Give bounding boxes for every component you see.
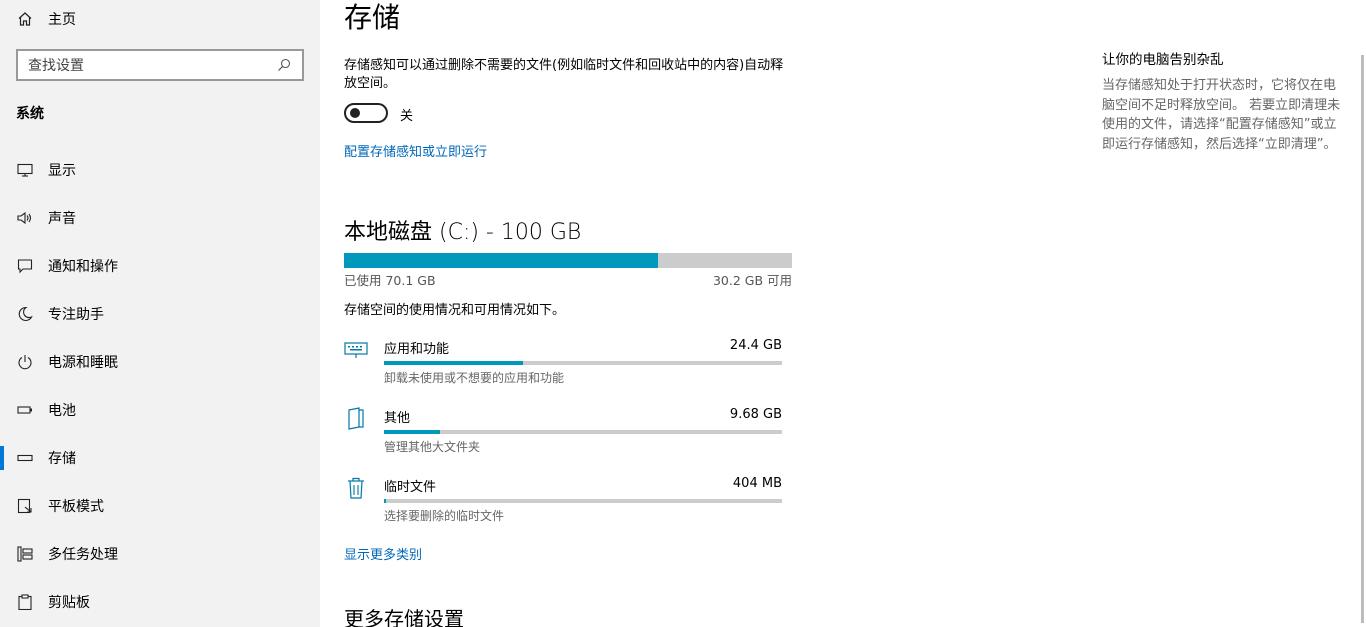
home-nav-item[interactable]: 主页 bbox=[16, 9, 76, 29]
sidebar-item-power[interactable]: 电源和睡眠 bbox=[0, 342, 320, 382]
disk-usage-fill bbox=[344, 253, 658, 268]
sidebar-item-label: 平板模式 bbox=[48, 499, 104, 515]
disk-title: 本地磁盘 (C:) - 100 GB bbox=[344, 220, 582, 245]
section-title: 系统 bbox=[16, 106, 44, 122]
category-size: 404 MB bbox=[732, 476, 782, 491]
aside-text: 当存储感知处于打开状态时，它将仅在电脑空间不足时释放空间。 若要立即清理未使用的… bbox=[1102, 78, 1341, 152]
toggle-state-label: 关 bbox=[400, 109, 414, 124]
sidebar-item-label: 显示 bbox=[48, 163, 76, 179]
category-temp-files[interactable]: 临时文件 404 MB 选择要删除的临时文件 bbox=[344, 476, 784, 536]
category-size: 9.68 GB bbox=[729, 407, 782, 422]
category-subtitle: 卸载未使用或不想要的应用和功能 bbox=[384, 371, 565, 385]
configure-storage-sense-link[interactable]: 配置存储感知或立即运行 bbox=[344, 141, 487, 160]
sidebar-item-sound[interactable]: 声音 bbox=[0, 198, 320, 238]
home-label: 主页 bbox=[48, 12, 76, 28]
category-subtitle: 管理其他大文件夹 bbox=[384, 440, 481, 454]
battery-icon bbox=[16, 401, 34, 419]
aside-title: 让你的电脑告别杂乱 bbox=[1102, 52, 1224, 68]
monitor-icon bbox=[16, 161, 34, 179]
sidebar-item-label: 专注助手 bbox=[48, 307, 104, 323]
tablet-icon bbox=[16, 497, 34, 515]
category-name: 其他 bbox=[384, 411, 411, 426]
sidebar-item-notifications[interactable]: 通知和操作 bbox=[0, 246, 320, 286]
category-bar bbox=[384, 430, 782, 434]
search-placeholder: 查找设置 bbox=[28, 58, 84, 74]
document-icon bbox=[344, 407, 368, 431]
multitask-icon bbox=[16, 545, 34, 563]
sidebar-item-clipboard[interactable]: 剪贴板 bbox=[0, 582, 320, 622]
sidebar-item-label: 多任务处理 bbox=[48, 547, 118, 563]
category-subtitle: 选择要删除的临时文件 bbox=[384, 509, 505, 523]
category-bar-fill bbox=[384, 430, 440, 434]
sidebar-item-label: 存储 bbox=[48, 451, 76, 467]
sidebar: 主页 查找设置 系统 显示 声音 通知和操作 专注助手 电源和睡眠 电池 存储 … bbox=[0, 0, 320, 627]
search-icon[interactable] bbox=[276, 57, 292, 73]
category-bar-fill bbox=[384, 361, 524, 365]
scrollbar[interactable] bbox=[1361, 55, 1364, 623]
sidebar-item-tablet-mode[interactable]: 平板模式 bbox=[0, 486, 320, 526]
moon-icon bbox=[16, 305, 34, 323]
disk-free-label: 30.2 GB 可用 bbox=[712, 273, 792, 288]
home-icon bbox=[16, 10, 34, 28]
sidebar-item-label: 电源和睡眠 bbox=[48, 355, 118, 371]
sidebar-item-label: 通知和操作 bbox=[48, 259, 118, 275]
storage-sense-toggle[interactable] bbox=[344, 103, 388, 123]
category-bar bbox=[384, 499, 782, 503]
usage-description: 存储空间的使用情况和可用情况如下。 bbox=[344, 303, 566, 318]
power-icon bbox=[16, 353, 34, 371]
notification-icon bbox=[16, 257, 34, 275]
category-apps-features[interactable]: 应用和功能 24.4 GB 卸载未使用或不想要的应用和功能 bbox=[344, 338, 784, 398]
disk-usage-bar bbox=[344, 253, 792, 268]
category-name: 临时文件 bbox=[384, 480, 437, 495]
toggle-knob bbox=[350, 108, 360, 118]
sidebar-item-label: 声音 bbox=[48, 211, 76, 227]
category-size: 24.4 GB bbox=[729, 338, 782, 353]
more-storage-settings-title: 更多存储设置 bbox=[344, 607, 464, 627]
sidebar-item-multitasking[interactable]: 多任务处理 bbox=[0, 534, 320, 574]
sidebar-item-storage[interactable]: 存储 bbox=[0, 438, 320, 478]
search-input[interactable]: 查找设置 bbox=[16, 49, 304, 81]
clipboard-icon bbox=[16, 593, 34, 611]
keyboard-icon bbox=[344, 338, 368, 362]
category-other[interactable]: 其他 9.68 GB 管理其他大文件夹 bbox=[344, 407, 784, 467]
category-bar bbox=[384, 361, 782, 365]
speaker-icon bbox=[16, 209, 34, 227]
page-title: 存储 bbox=[344, 1, 401, 34]
trash-icon bbox=[344, 476, 368, 500]
storage-sense-description: 存储感知可以通过删除不需要的文件(例如临时文件和回收站中的内容)自动释放空间。 bbox=[344, 58, 784, 91]
sidebar-item-display[interactable]: 显示 bbox=[0, 150, 320, 190]
show-more-categories-link[interactable]: 显示更多类别 bbox=[344, 544, 422, 563]
category-bar-fill bbox=[384, 499, 386, 503]
sidebar-item-label: 电池 bbox=[48, 403, 76, 419]
category-name: 应用和功能 bbox=[384, 342, 450, 357]
sidebar-item-battery[interactable]: 电池 bbox=[0, 390, 320, 430]
sidebar-item-label: 剪贴板 bbox=[48, 595, 90, 611]
disk-used-label: 已使用 70.1 GB bbox=[344, 273, 436, 288]
sidebar-item-focus-assist[interactable]: 专注助手 bbox=[0, 294, 320, 334]
storage-icon bbox=[16, 449, 34, 467]
